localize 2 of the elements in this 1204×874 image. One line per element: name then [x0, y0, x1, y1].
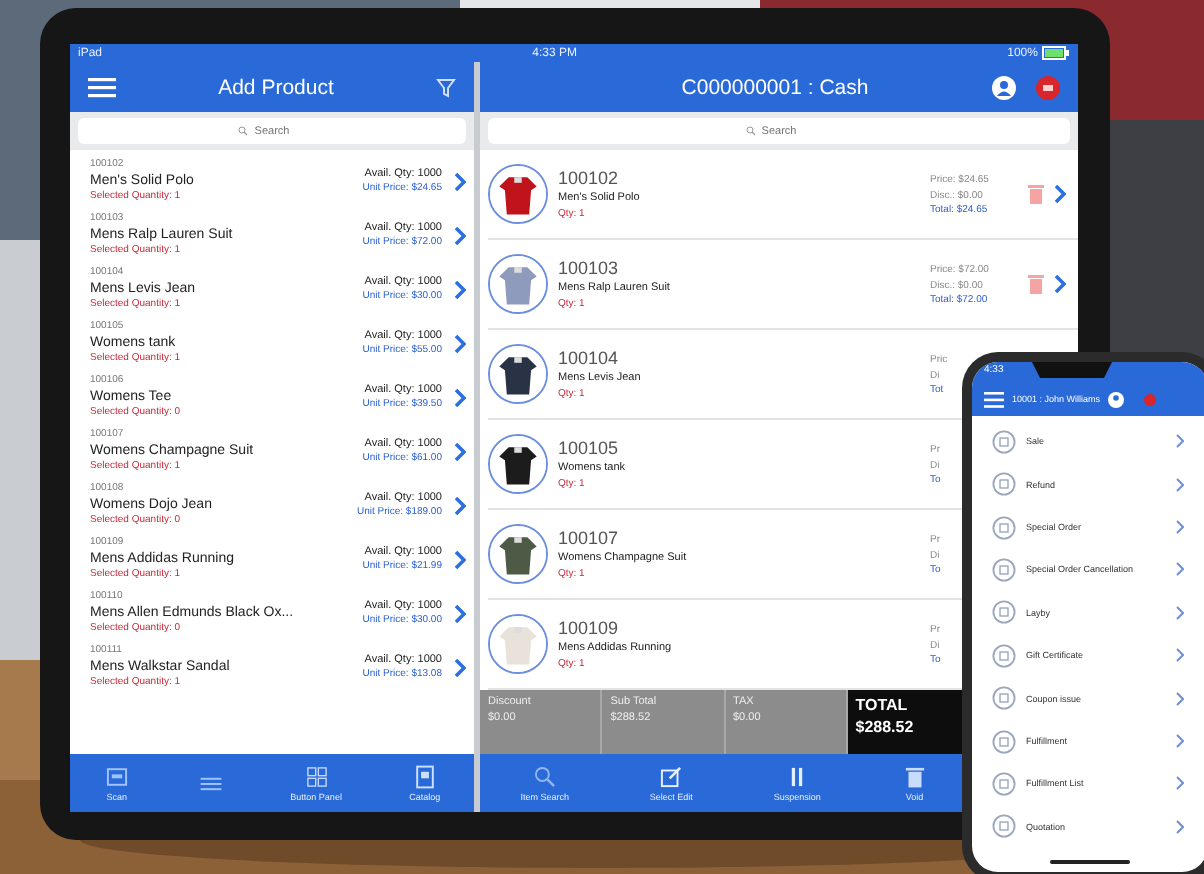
- summary-value: $288.52: [855, 718, 914, 736]
- summary-label: TOTAL: [855, 696, 908, 714]
